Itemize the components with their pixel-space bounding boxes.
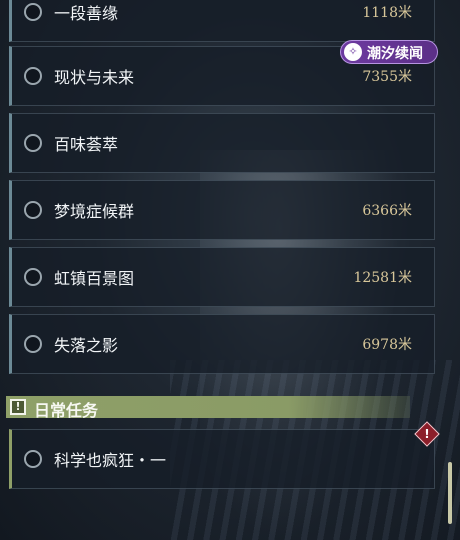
- quest-select-circle-icon[interactable]: [24, 67, 42, 85]
- quest-item[interactable]: 虹镇百景图 12581米: [9, 247, 435, 307]
- quest-select-circle-icon[interactable]: [24, 134, 42, 152]
- tide-logo-icon: ✧: [344, 43, 362, 61]
- quest-select-circle-icon[interactable]: [24, 335, 42, 353]
- quest-distance: 12581米: [353, 270, 412, 286]
- quest-distance: 6366米: [362, 203, 412, 219]
- quest-select-circle-icon[interactable]: [24, 268, 42, 286]
- alert-exclamation-glyph: !: [424, 427, 430, 441]
- quest-distance: 7355米: [362, 69, 412, 85]
- scrollbar-thumb[interactable]: [448, 462, 452, 524]
- quest-item[interactable]: 一段善缘 1118米: [9, 0, 435, 42]
- quest-name: 梦境症候群: [54, 202, 135, 221]
- quest-name: 一段善缘: [54, 4, 119, 23]
- quest-select-circle-icon[interactable]: [24, 201, 42, 219]
- quest-distance: 6978米: [362, 337, 412, 353]
- exclamation-box-icon: !: [10, 399, 26, 415]
- quest-name: 现状与未来: [54, 68, 135, 87]
- section-title: 日常任务: [34, 401, 99, 420]
- quest-item[interactable]: 失落之影 6978米: [9, 314, 435, 374]
- quest-select-circle-icon[interactable]: [24, 450, 42, 468]
- daily-section-header: ! 日常任务: [6, 396, 410, 420]
- quest-name: 虹镇百景图: [54, 269, 135, 288]
- tide-news-badge[interactable]: ✧ 潮汐续闻: [340, 40, 438, 64]
- quest-item[interactable]: 百味荟萃: [9, 113, 435, 173]
- quest-distance: 1118米: [362, 5, 412, 21]
- quest-name: 百味荟萃: [54, 135, 119, 154]
- quest-name: 科学也疯狂・一: [54, 451, 167, 470]
- scrollbar-track[interactable]: [446, 0, 450, 540]
- daily-quest-item[interactable]: 科学也疯狂・一: [9, 429, 435, 489]
- quest-item[interactable]: 梦境症候群 6366米: [9, 180, 435, 240]
- quest-name: 失落之影: [54, 336, 119, 355]
- quest-select-circle-icon[interactable]: [24, 3, 42, 21]
- badge-label: 潮汐续闻: [367, 46, 423, 62]
